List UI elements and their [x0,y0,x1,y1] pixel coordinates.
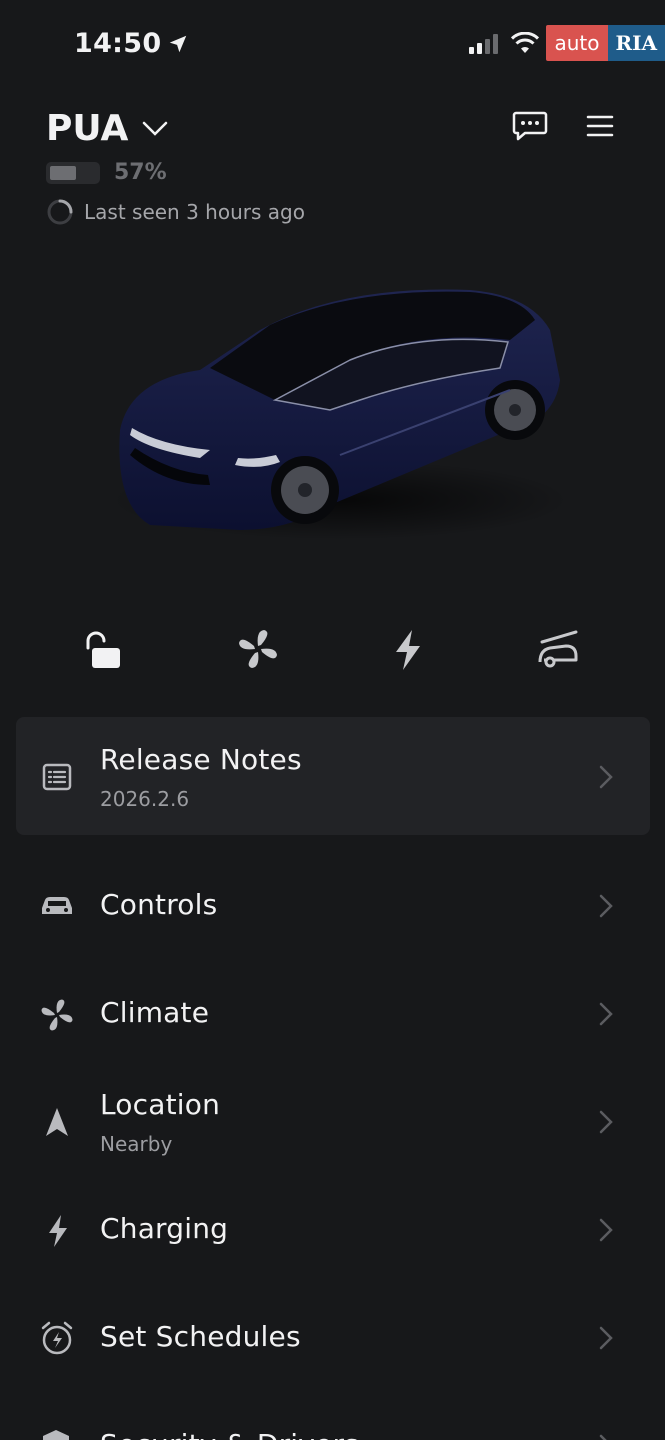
vehicle-name: PUA [46,108,129,149]
cellular-signal-icon [469,32,499,54]
menu-icon[interactable] [586,114,614,138]
loading-spinner-icon [47,199,73,225]
unlock-icon[interactable] [80,628,124,672]
status-indicators: auto RIA [469,20,665,66]
shield-icon [43,1430,69,1440]
menu-item-climate[interactable]: Climate [0,964,665,1064]
chevron-right-icon [599,894,613,918]
car-icon [42,897,72,914]
battery-icon [46,161,100,184]
watermark: auto RIA [546,25,665,61]
chevron-right-icon [599,1326,613,1350]
vehicle-image [110,289,570,540]
charging-title: Charging [100,1212,229,1245]
release-notes-title: Release Notes [100,743,302,776]
messages-icon[interactable] [512,110,548,142]
menu-item-location[interactable]: Location Nearby [0,1072,665,1180]
alarm-clock-icon [41,1321,73,1355]
watermark-auto: auto [546,25,608,61]
list-icon [42,763,72,791]
charge-port-icon[interactable] [536,628,580,672]
menu-item-schedules[interactable]: Set Schedules [0,1288,665,1388]
chevron-right-icon [599,1218,613,1242]
location-title: Location [100,1088,221,1121]
vehicle-selector[interactable]: PUA [46,108,168,149]
chevron-right-icon [599,1002,613,1026]
climate-title: Climate [100,996,210,1029]
chevron-down-icon [143,121,168,136]
location-arrow-icon [170,35,187,52]
chevron-right-icon [599,1110,613,1134]
wifi-icon [511,32,540,53]
release-notes-version: 2026.2.6 [100,787,190,811]
battery-percent: 57% [114,160,167,185]
security-title: Security & Drivers [100,1428,359,1440]
location-subtitle: Nearby [100,1132,173,1156]
release-notes-card[interactable]: Release Notes 2026.2.6 [16,717,650,835]
status-time: 14:50 [74,28,189,59]
schedules-title: Set Schedules [100,1320,301,1353]
fan-icon[interactable] [237,628,279,670]
bolt-icon[interactable] [390,628,426,672]
controls-title: Controls [100,888,218,921]
fan-icon [41,999,73,1031]
bolt-icon [49,1215,67,1247]
menu-item-charging[interactable]: Charging [0,1180,665,1280]
navigation-arrow-icon [46,1108,68,1136]
menu-item-security[interactable]: Security & Drivers [0,1396,665,1440]
status-time-text: 14:50 [74,28,162,59]
last-seen-text: Last seen 3 hours ago [84,200,305,224]
app-screen: 14:50 auto RIA PUA 57% Last seen 3 hours… [0,0,665,1440]
last-seen: Last seen 3 hours ago [46,198,305,226]
chevron-right-icon [599,1434,607,1440]
battery-status: 57% [46,160,167,185]
menu-item-controls[interactable]: Controls [0,856,665,956]
chevron-right-icon [599,765,613,789]
watermark-ria: RIA [607,25,665,61]
